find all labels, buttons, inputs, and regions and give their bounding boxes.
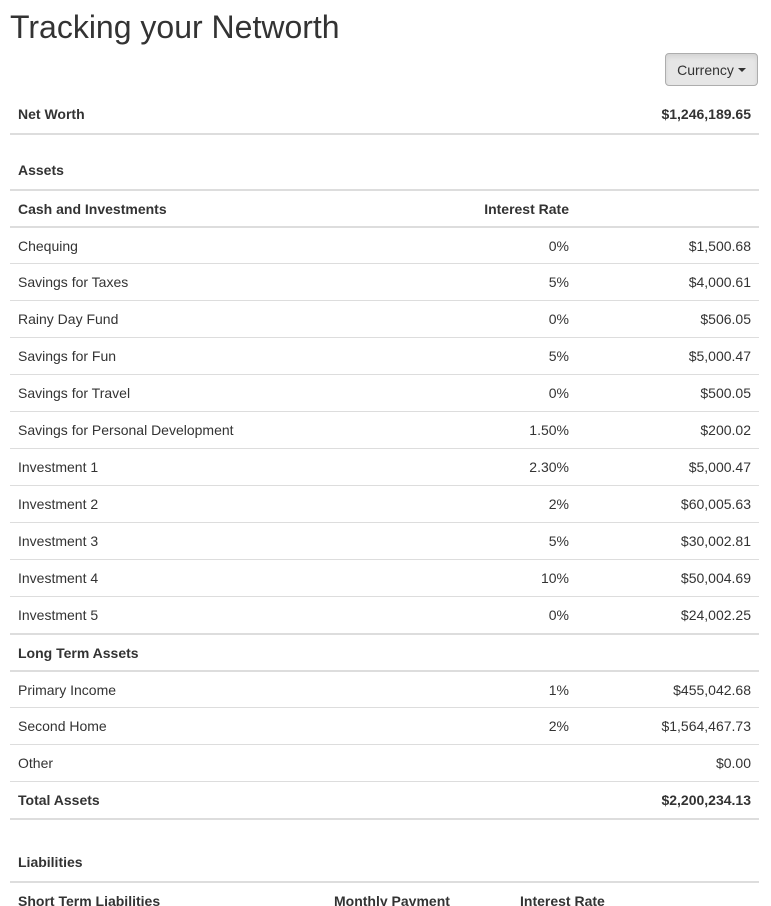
row-name: Primary Income bbox=[18, 682, 117, 698]
row-amount: $5,000.47 bbox=[688, 348, 751, 364]
row-amount: $1,564,467.73 bbox=[661, 718, 751, 734]
row-rate: 1.50% bbox=[529, 422, 569, 438]
currency-label: Currency bbox=[677, 61, 734, 78]
assets-section-label: Assets bbox=[18, 162, 64, 178]
row-rate: 0% bbox=[548, 385, 569, 401]
row-name: Investment 4 bbox=[18, 570, 99, 586]
cash-header-rate: Interest Rate bbox=[484, 201, 569, 217]
row-name: Savings for Fun bbox=[18, 348, 117, 364]
networth-label: Net Worth bbox=[18, 106, 85, 122]
cash-header-row: Cash and Investments Interest Rate bbox=[10, 189, 759, 226]
table-row: Savings for Taxes 5% $4,000.61 bbox=[10, 263, 759, 300]
row-rate: 0% bbox=[548, 607, 569, 623]
table-row: Investment 1 2.30% $5,000.47 bbox=[10, 448, 759, 485]
networth-row: Net Worth $1,246,189.65 bbox=[10, 96, 759, 133]
table-row: Investment 5 0% $24,002.25 bbox=[10, 596, 759, 633]
short-term-header-rate: Interest Rate bbox=[520, 893, 605, 906]
short-term-header-name: Short Term Liabilities bbox=[18, 893, 161, 906]
table-row: Investment 2 2% $60,005.63 bbox=[10, 485, 759, 522]
currency-dropdown-button[interactable]: Currency bbox=[665, 53, 758, 86]
page: Tracking your Networth Currency Net Wort… bbox=[0, 0, 771, 906]
assets-table: Assets Cash and Investments Interest Rat… bbox=[10, 152, 759, 820]
row-rate: 0% bbox=[548, 311, 569, 327]
divider bbox=[10, 133, 759, 135]
table-row: Chequing 0% $1,500.68 bbox=[10, 226, 759, 263]
row-name: Chequing bbox=[18, 238, 78, 254]
row-rate: 2% bbox=[548, 718, 569, 734]
long-term-header: Long Term Assets bbox=[18, 645, 139, 661]
total-assets-value: $2,200,234.13 bbox=[661, 792, 751, 808]
table-row: Second Home 2% $1,564,467.73 bbox=[10, 707, 759, 744]
short-term-header-row: Short Term Liabilities Monthly Payment I… bbox=[10, 881, 759, 906]
row-name: Savings for Travel bbox=[18, 385, 131, 401]
row-amount: $200.02 bbox=[700, 422, 751, 438]
row-rate: 10% bbox=[540, 570, 569, 586]
table-row: Primary Income 1% $455,042.68 bbox=[10, 670, 759, 707]
table-row: Savings for Personal Development 1.50% $… bbox=[10, 411, 759, 448]
row-amount: $60,005.63 bbox=[680, 496, 751, 512]
cash-header-name: Cash and Investments bbox=[18, 201, 167, 217]
assets-section-row: Assets bbox=[10, 152, 759, 189]
row-amount: $506.05 bbox=[700, 311, 751, 327]
row-amount: $4,000.61 bbox=[688, 274, 751, 290]
row-name: Investment 1 bbox=[18, 459, 99, 475]
total-assets-label: Total Assets bbox=[18, 792, 100, 808]
table-row: Rainy Day Fund 0% $506.05 bbox=[10, 300, 759, 337]
row-rate: 2.30% bbox=[529, 459, 569, 475]
total-assets-row: Total Assets $2,200,234.13 bbox=[10, 781, 759, 818]
row-amount: $1,500.68 bbox=[688, 238, 751, 254]
row-amount: $500.05 bbox=[700, 385, 751, 401]
table-row: Savings for Travel 0% $500.05 bbox=[10, 374, 759, 411]
page-title: Tracking your Networth bbox=[10, 9, 340, 45]
divider bbox=[10, 818, 759, 820]
liabilities-section-label: Liabilities bbox=[18, 854, 83, 870]
row-rate: 5% bbox=[548, 348, 569, 364]
row-name: Other bbox=[18, 755, 54, 771]
row-amount: $50,004.69 bbox=[680, 570, 751, 586]
row-rate: 1% bbox=[548, 682, 569, 698]
row-name: Second Home bbox=[18, 718, 107, 734]
short-term-header-payment: Monthly Payment bbox=[334, 893, 450, 906]
table-row: Investment 3 5% $30,002.81 bbox=[10, 522, 759, 559]
row-amount: $455,042.68 bbox=[673, 682, 751, 698]
row-rate: 5% bbox=[548, 533, 569, 549]
row-name: Savings for Taxes bbox=[18, 274, 129, 290]
row-name: Investment 2 bbox=[18, 496, 99, 512]
row-name: Investment 3 bbox=[18, 533, 99, 549]
row-rate: 5% bbox=[548, 274, 569, 290]
row-amount: $24,002.25 bbox=[680, 607, 751, 623]
liabilities-section-row: Liabilities bbox=[10, 844, 759, 881]
caret-down-icon bbox=[737, 68, 746, 72]
table-row: Savings for Fun 5% $5,000.47 bbox=[10, 337, 759, 374]
liabilities-table: Liabilities Short Term Liabilities Month… bbox=[10, 844, 759, 906]
row-amount: $0.00 bbox=[715, 755, 751, 771]
networth-value: $1,246,189.65 bbox=[661, 106, 751, 122]
row-rate: 2% bbox=[548, 496, 569, 512]
row-amount: $30,002.81 bbox=[680, 533, 751, 549]
long-term-header-row: Long Term Assets bbox=[10, 633, 759, 670]
table-row: Other $0.00 bbox=[10, 744, 759, 781]
row-rate: 0% bbox=[548, 238, 569, 254]
row-name: Rainy Day Fund bbox=[18, 311, 119, 327]
networth-table: Net Worth $1,246,189.65 bbox=[10, 96, 759, 135]
table-row: Investment 4 10% $50,004.69 bbox=[10, 559, 759, 596]
row-name: Investment 5 bbox=[18, 607, 99, 623]
row-amount: $5,000.47 bbox=[688, 459, 751, 475]
row-name: Savings for Personal Development bbox=[18, 422, 234, 438]
